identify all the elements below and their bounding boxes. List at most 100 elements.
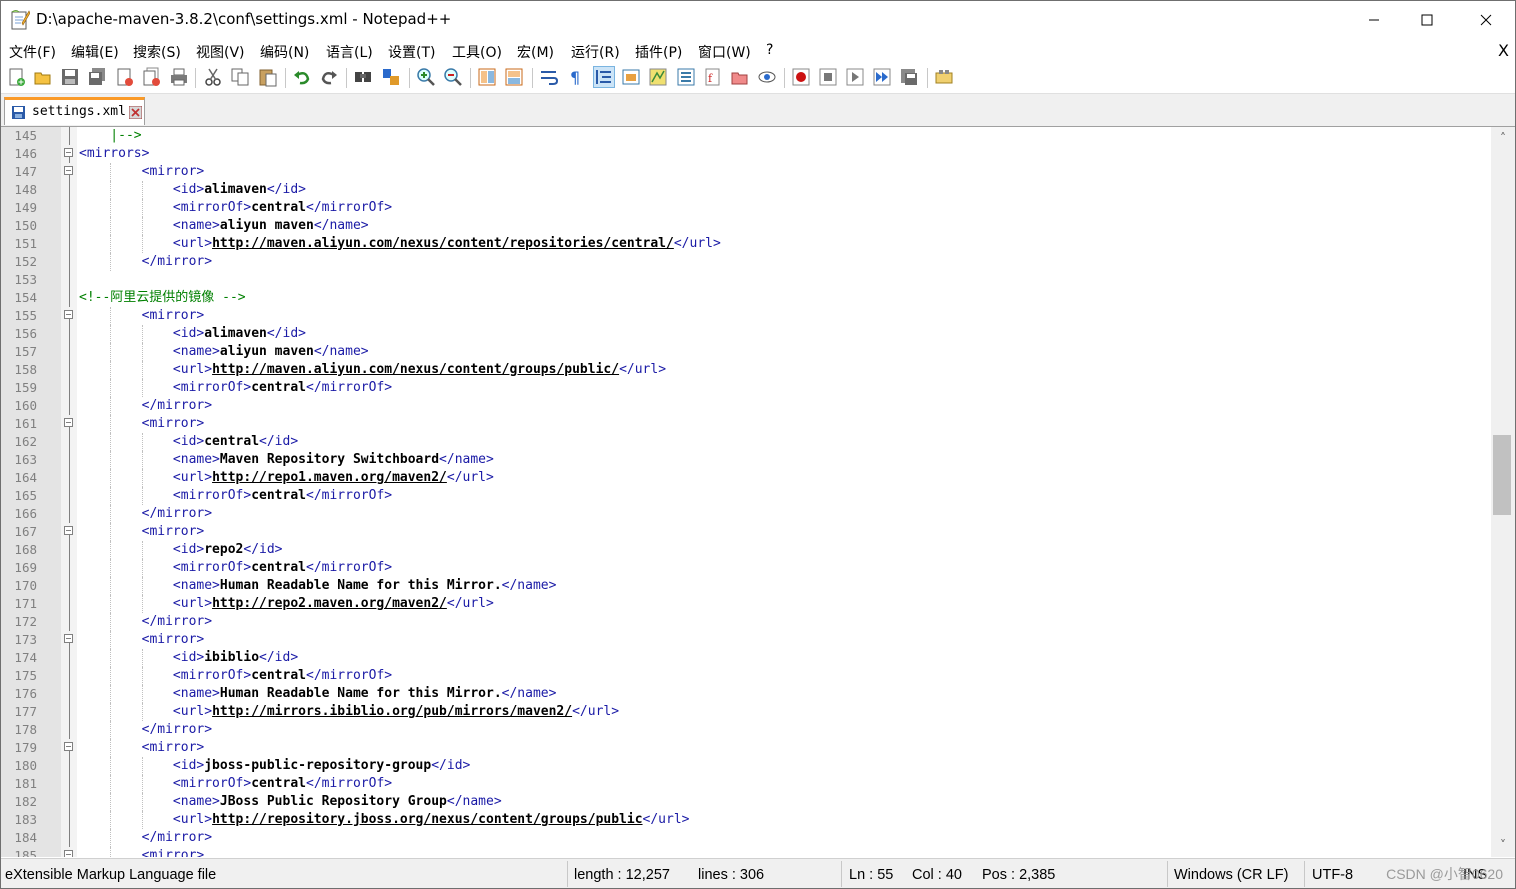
url-link[interactable]: http://repo1.maven.org/maven2/ xyxy=(212,470,447,485)
doc-map-icon[interactable] xyxy=(648,67,668,87)
play-macro-icon[interactable] xyxy=(845,67,865,87)
fold-collapse-icon[interactable] xyxy=(64,310,73,319)
open-file-icon[interactable] xyxy=(33,67,53,87)
code-line[interactable]: 150 <name>aliyun maven</name> xyxy=(1,217,1491,235)
cut-icon[interactable] xyxy=(203,67,223,87)
code-line[interactable]: 151 <url>http://maven.aliyun.com/nexus/c… xyxy=(1,235,1491,253)
status-encoding[interactable]: UTF-8 xyxy=(1312,867,1353,883)
menu-macro[interactable]: 宏(M) xyxy=(517,42,554,62)
vertical-scrollbar[interactable]: ˄ ˅ xyxy=(1491,127,1515,857)
code-text-area[interactable]: 145 |--> 146 <mirrors> 147 <mirror> 148 <id>… xyxy=(1,127,1491,857)
menu-plugins[interactable]: 插件(P) xyxy=(635,42,682,62)
find-icon[interactable] xyxy=(353,67,373,87)
code-line[interactable]: 157 <name>aliyun maven</name> xyxy=(1,343,1491,361)
folder-icon[interactable] xyxy=(730,67,750,87)
code-line[interactable]: 172 </mirror> xyxy=(1,613,1491,631)
menu-help[interactable]: ? xyxy=(766,42,773,58)
code-line[interactable]: 178 </mirror> xyxy=(1,721,1491,739)
code-line[interactable]: 145 |--> xyxy=(1,127,1491,145)
undo-icon[interactable] xyxy=(292,67,312,87)
menu-tools[interactable]: 工具(O) xyxy=(452,42,502,62)
code-line[interactable]: 161 <mirror> xyxy=(1,415,1491,433)
scroll-down-arrow-icon[interactable]: ˅ xyxy=(1495,837,1511,853)
menu-view[interactable]: 视图(V) xyxy=(196,42,245,62)
zoom-out-icon[interactable] xyxy=(443,67,463,87)
stop-record-icon[interactable] xyxy=(818,67,838,87)
menu-search[interactable]: 搜索(S) xyxy=(133,42,181,62)
code-line[interactable]: 162 <id>central</id> xyxy=(1,433,1491,451)
code-line[interactable]: 169 <mirrorOf>central</mirrorOf> xyxy=(1,559,1491,577)
new-file-icon[interactable] xyxy=(7,67,27,87)
title-bar[interactable]: D:\apache-maven-3.8.2\conf\settings.xml … xyxy=(1,1,1515,39)
code-line[interactable]: 160 </mirror> xyxy=(1,397,1491,415)
paste-icon[interactable] xyxy=(258,67,278,87)
code-line[interactable]: 179 <mirror> xyxy=(1,739,1491,757)
code-line[interactable]: 158 <url>http://maven.aliyun.com/nexus/c… xyxy=(1,361,1491,379)
save-all-icon[interactable] xyxy=(87,67,107,87)
fold-collapse-icon[interactable] xyxy=(64,742,73,751)
scrollbar-thumb[interactable] xyxy=(1493,435,1511,515)
code-line[interactable]: 164 <url>http://repo1.maven.org/maven2/<… xyxy=(1,469,1491,487)
menu-edit[interactable]: 编辑(E) xyxy=(71,42,119,62)
fold-collapse-icon[interactable] xyxy=(64,418,73,427)
indent-guide-icon[interactable] xyxy=(593,66,615,88)
close-all-icon[interactable] xyxy=(142,67,162,87)
plugin-icon[interactable] xyxy=(934,67,954,87)
menu-file[interactable]: 文件(F) xyxy=(9,42,56,62)
maximize-button[interactable] xyxy=(1404,1,1450,39)
code-line[interactable]: 167 <mirror> xyxy=(1,523,1491,541)
menu-language[interactable]: 语言(L) xyxy=(326,42,373,62)
code-line[interactable]: 185 <mirror> xyxy=(1,847,1491,857)
url-link[interactable]: http://mirrors.ibiblio.org/pub/mirrors/m… xyxy=(212,704,572,719)
minimize-button[interactable] xyxy=(1351,1,1397,39)
zoom-in-icon[interactable] xyxy=(416,67,436,87)
code-line[interactable]: 182 <name>JBoss Public Repository Group<… xyxy=(1,793,1491,811)
fold-collapse-icon[interactable] xyxy=(64,148,73,157)
redo-icon[interactable] xyxy=(319,67,339,87)
code-line[interactable]: 149 <mirrorOf>central</mirrorOf> xyxy=(1,199,1491,217)
url-link[interactable]: http://repository.jboss.org/nexus/conten… xyxy=(212,812,642,827)
code-line[interactable]: 152 </mirror> xyxy=(1,253,1491,271)
fold-collapse-icon[interactable] xyxy=(64,526,73,535)
code-line[interactable]: 180 <id>jboss-public-repository-group</i… xyxy=(1,757,1491,775)
code-line[interactable]: 154 <!--阿里云提供的镜像 --> xyxy=(1,289,1491,307)
menu-encoding[interactable]: 编码(N) xyxy=(260,42,309,62)
editor-area[interactable]: 145 |--> 146 <mirrors> 147 <mirror> 148 <id>… xyxy=(1,127,1515,857)
url-link[interactable]: http://maven.aliyun.com/nexus/content/gr… xyxy=(212,362,619,377)
code-line[interactable]: 155 <mirror> xyxy=(1,307,1491,325)
close-window-button[interactable] xyxy=(1463,1,1509,39)
function-list-icon[interactable] xyxy=(676,67,696,87)
save-macro-icon[interactable] xyxy=(899,67,919,87)
code-line[interactable]: 173 <mirror> xyxy=(1,631,1491,649)
scroll-up-arrow-icon[interactable]: ˄ xyxy=(1495,130,1511,146)
print-icon[interactable] xyxy=(169,67,189,87)
code-line[interactable]: 174 <id>ibiblio</id> xyxy=(1,649,1491,667)
menu-window[interactable]: 窗口(W) xyxy=(698,42,751,62)
code-line[interactable]: 148 <id>alimaven</id> xyxy=(1,181,1491,199)
udl-icon[interactable] xyxy=(621,67,641,87)
fold-collapse-icon[interactable] xyxy=(64,166,73,175)
code-line[interactable]: 159 <mirrorOf>central</mirrorOf> xyxy=(1,379,1491,397)
url-link[interactable]: http://repo2.maven.org/maven2/ xyxy=(212,596,447,611)
fold-collapse-icon[interactable] xyxy=(64,634,73,643)
code-line[interactable]: 181 <mirrorOf>central</mirrorOf> xyxy=(1,775,1491,793)
code-line[interactable]: 147 <mirror> xyxy=(1,163,1491,181)
url-link[interactable]: http://maven.aliyun.com/nexus/content/re… xyxy=(212,236,674,251)
replace-icon[interactable] xyxy=(381,67,401,87)
code-line[interactable]: 184 </mirror> xyxy=(1,829,1491,847)
status-eol[interactable]: Windows (CR LF) xyxy=(1174,867,1288,883)
code-line[interactable]: 170 <name>Human Readable Name for this M… xyxy=(1,577,1491,595)
close-tab-icon[interactable] xyxy=(129,106,142,119)
sync-horizontal-icon[interactable] xyxy=(504,67,524,87)
code-line[interactable]: 171 <url>http://repo2.maven.org/maven2/<… xyxy=(1,595,1491,613)
sync-vertical-icon[interactable] xyxy=(477,67,497,87)
code-line[interactable]: 176 <name>Human Readable Name for this M… xyxy=(1,685,1491,703)
save-icon[interactable] xyxy=(60,67,80,87)
code-line[interactable]: 175 <mirrorOf>central</mirrorOf> xyxy=(1,667,1491,685)
code-line[interactable]: 183 <url>http://repository.jboss.org/nex… xyxy=(1,811,1491,829)
show-all-chars-icon[interactable]: ¶ xyxy=(566,67,586,87)
monitor-eye-icon[interactable] xyxy=(757,67,777,87)
word-wrap-icon[interactable] xyxy=(539,67,559,87)
copy-icon[interactable] xyxy=(230,67,250,87)
code-line[interactable]: 163 <name>Maven Repository Switchboard</… xyxy=(1,451,1491,469)
